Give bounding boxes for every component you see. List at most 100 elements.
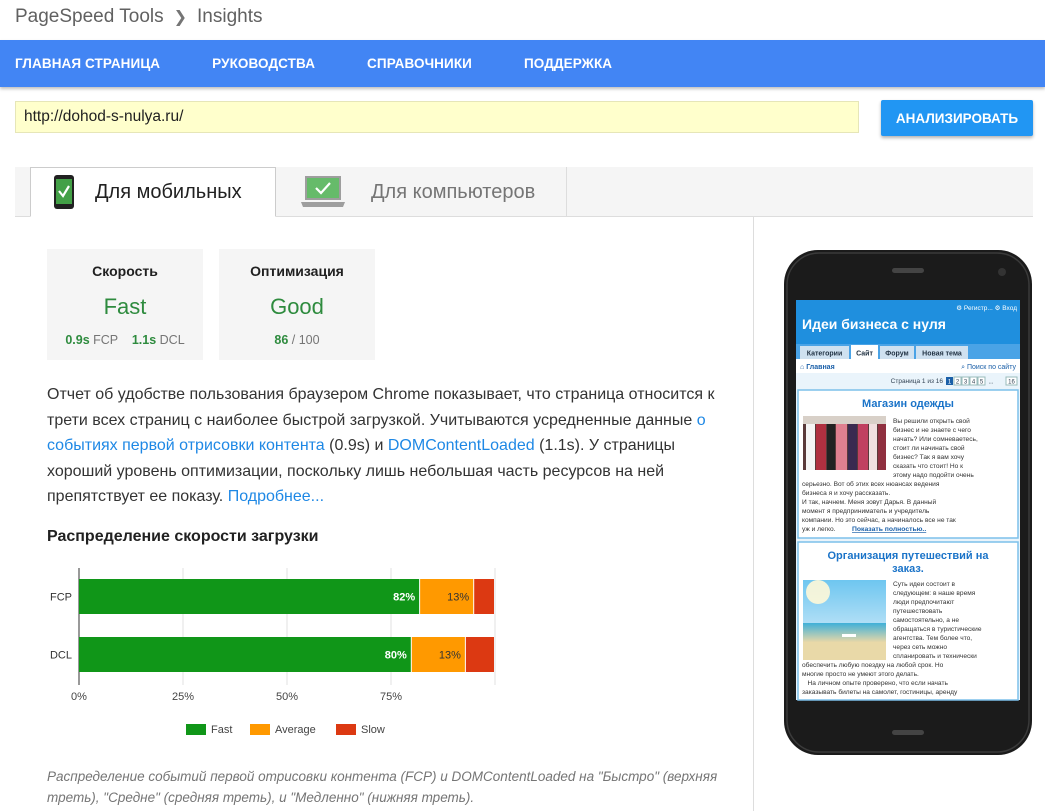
tab-mobile[interactable]: Для мобильных <box>30 167 276 217</box>
beach-image <box>803 580 886 660</box>
optimization-score-value: 86 <box>274 333 289 347</box>
dcl-value: 1.1s <box>131 333 157 347</box>
svg-text:Суть идеи состоит в: Суть идеи состоит в <box>893 581 956 588</box>
svg-text:бизнес? Так я вам хочу: бизнес? Так я вам хочу <box>893 453 965 461</box>
chart-data-label: 13% <box>447 592 469 604</box>
chart-data-label: 80% <box>385 650 407 662</box>
fcp-label: FCP <box>93 333 118 347</box>
chart-bar-slow <box>474 579 494 614</box>
chart-x-tick-label: 0% <box>71 691 87 703</box>
chart-legend-swatch <box>250 724 270 735</box>
report-text-1: Отчет об удобстве пользования браузером … <box>47 386 715 429</box>
svg-text:сказать что стоит! Но к: сказать что стоит! Но к <box>893 463 963 470</box>
distribution-title: Распределение скорости загрузки <box>47 528 319 545</box>
fcp-value: 0.9s <box>65 333 90 347</box>
svg-text:бизнес и не знаете с чего: бизнес и не знаете с чего <box>893 426 971 434</box>
speed-card-metrics: 0.9s FCP 1.1s DCL <box>47 333 203 347</box>
chart-legend-swatch <box>336 724 356 735</box>
more-link[interactable]: Подробнее... <box>228 488 324 505</box>
site-tab-categories-label: Категории <box>807 351 843 358</box>
tab-desktop[interactable]: Для компьютеров <box>276 167 567 217</box>
dcl-label: DCL <box>159 333 185 347</box>
tab-mobile-label: Для мобильных <box>95 180 242 203</box>
chart-legend-label: Fast <box>211 724 232 736</box>
chart-data-label: 13% <box>439 650 461 662</box>
site-search-link[interactable]: ⌕ Поиск по сайту <box>961 363 1016 371</box>
nav-support[interactable]: ПОДДЕРЖКА <box>524 56 612 71</box>
mobile-check-icon <box>54 175 74 209</box>
optimization-score-max: / 100 <box>291 333 320 347</box>
site-post-2-title-line-2: заказ. <box>892 563 924 575</box>
nav-guides[interactable]: РУКОВОДСТВА <box>212 56 315 71</box>
optimization-score: 86 / 100 <box>219 333 375 347</box>
dcl-link[interactable]: DOMContentLoaded <box>388 437 535 454</box>
svg-text:бизнеса я и хочу рассказать.: бизнеса я и хочу рассказать. <box>802 489 890 497</box>
top-navbar: ГЛАВНАЯ СТРАНИЦА РУКОВОДСТВА СПРАВОЧНИКИ… <box>0 40 1045 87</box>
svg-text:16: 16 <box>1008 380 1015 386</box>
chart-x-tick-label: 50% <box>276 691 298 703</box>
svg-text:агентства. Тем более что,: агентства. Тем более что, <box>893 634 972 642</box>
distribution-chart: 0% 25% 50% 75% FCP 82% 13% DCL 80% 13% Fast Average… <box>50 568 496 736</box>
chart-footnote: Распределение событий первой отрисовки к… <box>47 769 718 805</box>
site-tab-site-label: Сайт <box>856 350 873 358</box>
chart-bar-slow <box>465 637 494 672</box>
breadcrumb: PageSpeed Tools ❯ Insights <box>15 6 263 28</box>
mobile-screenshot-preview: ⚙ Регистр... ⚙ Вход Идеи бизнеса с нуля … <box>784 250 1032 755</box>
chart-data-label: 82% <box>393 592 415 604</box>
chart-category-label: DCL <box>50 650 72 662</box>
phone-speaker-bottom <box>892 730 924 735</box>
svg-text:люди предпочитают: люди предпочитают <box>893 599 954 606</box>
svg-text:через сеть можно: через сеть можно <box>893 644 947 651</box>
site-tab-forum-label: Форум <box>885 351 908 358</box>
report-text: Отчет об удобстве пользования браузером … <box>47 382 737 510</box>
optimization-card-title: Оптимизация <box>250 263 344 279</box>
desktop-check-icon <box>301 176 345 207</box>
nav-reference[interactable]: СПРАВОЧНИКИ <box>367 56 472 71</box>
breadcrumb-current: Insights <box>197 6 263 27</box>
chart-legend-label: Slow <box>361 724 385 736</box>
site-post-1-more-link[interactable]: Показать полностью.. <box>852 526 926 533</box>
speed-card-value: Fast <box>103 294 147 319</box>
site-page-label: Страница 1 из 16 <box>891 378 944 385</box>
chart-bar-fast <box>79 637 411 672</box>
device-tabs: Для мобильных Для компьютеров <box>15 167 1033 217</box>
chart-x-tick-label: 25% <box>172 691 194 703</box>
svg-text:серьезно. Вот об этих всех нюа: серьезно. Вот об этих всех нюансах веден… <box>802 480 940 488</box>
phone-speaker <box>892 268 924 273</box>
speed-card: Скорость Fast 0.9s FCP 1.1s DCL <box>47 249 203 360</box>
phone-camera <box>998 268 1006 276</box>
site-tab-new-topic-label: Новая тема <box>922 351 962 358</box>
column-divider <box>753 217 754 811</box>
svg-text:самостоятельно, а не: самостоятельно, а не <box>893 617 959 624</box>
svg-text:уж и легко.: уж и легко. <box>802 526 836 533</box>
svg-text:следующем: в наше время: следующем: в наше время <box>893 590 976 597</box>
site-title: Идеи бизнеса с нуля <box>802 316 946 332</box>
site-top-links[interactable]: ⚙ Регистр... ⚙ Вход <box>956 304 1017 312</box>
report-text-2: (0.9s) и <box>324 437 388 454</box>
svg-text:На личном опыте проверено, что: На личном опыте проверено, что если нача… <box>802 680 948 687</box>
svg-text:стоит ли начинать свой: стоит ли начинать свой <box>893 444 965 452</box>
svg-text:обеспечить любую поездку на лю: обеспечить любую поездку на любой срок. … <box>802 661 944 669</box>
clothes-rack-image <box>803 416 886 470</box>
analyze-button[interactable]: АНАЛИЗИРОВАТЬ <box>881 100 1033 136</box>
svg-text:заказывать билеты на самолет,: заказывать билеты на самолет, гостиницы,… <box>802 688 958 696</box>
speed-card-title: Скорость <box>92 263 158 279</box>
site-home-link[interactable]: ⌂ Главная <box>800 364 835 371</box>
tab-desktop-label: Для компьютеров <box>371 180 536 203</box>
svg-text:компании. Но это сейчас, а нач: компании. Но это сейчас, а начиналось вс… <box>802 516 956 524</box>
chart-bar-fast <box>79 579 420 614</box>
chevron-right-icon: ❯ <box>173 9 188 26</box>
nav-home[interactable]: ГЛАВНАЯ СТРАНИЦА <box>15 56 160 71</box>
chart-legend-swatch <box>186 724 206 735</box>
optimization-card: Оптимизация Good 86 / 100 <box>219 249 375 360</box>
site-pagination: 1 2 3 4 5 ... 16 <box>946 376 1018 386</box>
breadcrumb-root[interactable]: PageSpeed Tools <box>15 6 164 28</box>
svg-text:Вы решили открыть свой: Вы решили открыть свой <box>893 417 970 425</box>
svg-text:многие просто не умеют этого д: многие просто не умеют этого делать. <box>802 671 919 678</box>
site-post-1-title[interactable]: Магазин одежды <box>862 398 954 410</box>
svg-text:этому надо подойти очень: этому надо подойти очень <box>893 471 974 479</box>
optimization-card-value: Good <box>270 294 324 319</box>
chart-legend-label: Average <box>275 724 316 736</box>
url-input[interactable] <box>15 101 859 133</box>
site-post-2-title-line-1: Организация путешествий на <box>828 550 990 562</box>
